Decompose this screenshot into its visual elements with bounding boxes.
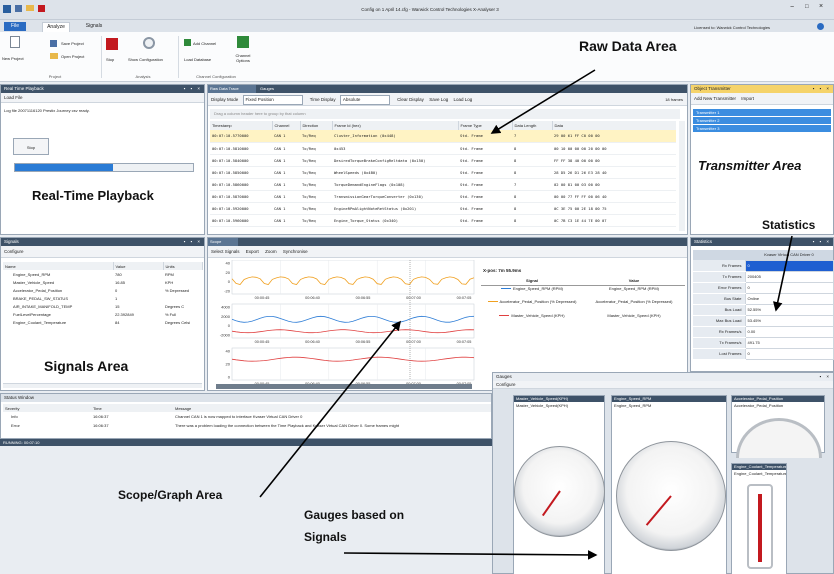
- raw-data-arrow: [490, 69, 596, 134]
- annotation-playback: Real-Time Playback: [32, 188, 154, 203]
- annotation-raw-data: Raw Data Area: [579, 38, 677, 54]
- annotation-signals: Signals Area: [44, 358, 129, 374]
- gauges-arrow: [343, 550, 598, 560]
- annotation-scope: Scope/Graph Area: [118, 488, 223, 502]
- annotation-statistics: Statistics: [762, 218, 816, 232]
- application-screenshot: Config on 1 April 14.cfg - Warwick Contr…: [0, 0, 834, 574]
- annotation-gauges-line2: Signals: [304, 530, 347, 544]
- annotation-transmitter: Transmitter Area: [698, 158, 802, 173]
- statistics-arrow: [772, 235, 793, 312]
- scope-arrow: [259, 320, 401, 498]
- annotation-gauges-line1: Gauges based on: [304, 508, 405, 522]
